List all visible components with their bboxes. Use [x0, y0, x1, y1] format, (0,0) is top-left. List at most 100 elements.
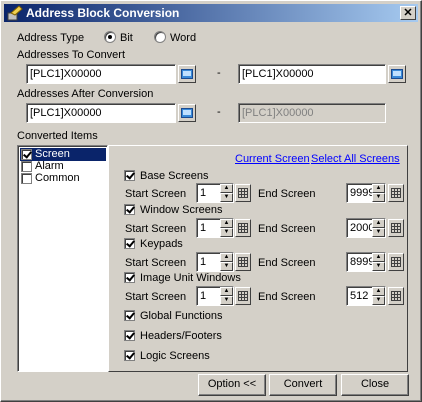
- convert-to-field[interactable]: [PLC1]X00000: [238, 64, 386, 84]
- address-browse-icon: [391, 69, 403, 79]
- after-from-field[interactable]: [PLC1]X00000: [26, 103, 176, 123]
- start-screen-label: Start Screen: [125, 291, 187, 303]
- window-screens-label: Window Screens: [140, 204, 223, 216]
- close-icon[interactable]: ✕: [400, 6, 416, 20]
- window-end-spinner[interactable]: 2000 ▲ ▼: [346, 218, 386, 238]
- option-button[interactable]: Option <<: [198, 374, 266, 396]
- spinner-value: 512: [350, 290, 369, 302]
- keypads-end-keypad-button[interactable]: [388, 253, 404, 271]
- end-screen-label: End Screen: [258, 291, 316, 303]
- spin-up-button[interactable]: ▲: [372, 253, 385, 262]
- keypad-icon: [238, 223, 248, 233]
- image-unit-end-keypad-button[interactable]: [388, 287, 404, 305]
- base-start-spinner[interactable]: 1 ▲ ▼: [196, 183, 234, 203]
- spin-down-button[interactable]: ▼: [220, 193, 233, 202]
- base-start-keypad-button[interactable]: [235, 184, 251, 202]
- convert-range-separator: -: [217, 67, 221, 79]
- spin-down-button[interactable]: ▼: [372, 296, 385, 305]
- window-start-spinner[interactable]: 1 ▲ ▼: [196, 218, 234, 238]
- select-all-screens-link[interactable]: Select All Screens: [311, 153, 400, 165]
- spin-up-button[interactable]: ▲: [220, 253, 233, 262]
- keypads-end-spinner[interactable]: 8999 ▲ ▼: [346, 252, 386, 272]
- spin-up-button[interactable]: ▲: [372, 184, 385, 193]
- base-end-spinner[interactable]: 9999 ▲ ▼: [346, 183, 386, 203]
- current-screen-link[interactable]: Current Screen: [235, 153, 310, 165]
- list-item-label: Alarm: [35, 160, 64, 172]
- converted-items-label: Converted Items: [17, 130, 98, 142]
- common-checkbox[interactable]: [21, 173, 32, 184]
- spinner-value: 1: [200, 256, 207, 268]
- image-unit-start-spinner[interactable]: 1 ▲ ▼: [196, 286, 234, 306]
- screen-options-panel: Current Screen Select All Screens Base S…: [108, 145, 408, 372]
- headers-footers-checkbox[interactable]: [124, 330, 135, 341]
- spinner-value: 8999: [350, 256, 375, 268]
- list-item-label: Common: [35, 172, 80, 184]
- spin-up-button[interactable]: ▲: [220, 287, 233, 296]
- window-start-keypad-button[interactable]: [235, 219, 251, 237]
- converted-items-list[interactable]: Screen Alarm Common: [17, 145, 108, 372]
- spin-down-button[interactable]: ▼: [220, 228, 233, 237]
- spin-up-button[interactable]: ▲: [220, 184, 233, 193]
- start-screen-label: Start Screen: [125, 223, 187, 235]
- global-functions-label: Global Functions: [140, 310, 223, 322]
- close-button[interactable]: Close: [341, 374, 409, 396]
- spin-up-button[interactable]: ▲: [372, 219, 385, 228]
- address-block-conversion-dialog: Address Block Conversion ✕ Address Type …: [0, 0, 422, 402]
- start-screen-label: Start Screen: [125, 188, 187, 200]
- end-screen-label: End Screen: [258, 257, 316, 269]
- address-type-label: Address Type: [17, 32, 85, 44]
- spin-down-button[interactable]: ▼: [220, 262, 233, 271]
- spin-down-button[interactable]: ▼: [372, 193, 385, 202]
- base-end-keypad-button[interactable]: [388, 184, 404, 202]
- image-unit-start-keypad-button[interactable]: [235, 287, 251, 305]
- convert-from-browse-button[interactable]: [178, 65, 196, 83]
- image-unit-windows-checkbox[interactable]: [124, 272, 135, 283]
- convert-to-browse-button[interactable]: [388, 65, 406, 83]
- keypads-label: Keypads: [140, 238, 183, 250]
- spinner-value: 1: [200, 290, 207, 302]
- spinner-value: 1: [200, 187, 207, 199]
- keypad-icon: [391, 188, 401, 198]
- spin-down-button[interactable]: ▼: [220, 296, 233, 305]
- window-end-keypad-button[interactable]: [388, 219, 404, 237]
- word-radio-label: Word: [170, 32, 197, 44]
- word-radio[interactable]: [154, 31, 166, 43]
- image-unit-end-spinner[interactable]: 512 ▲ ▼: [346, 286, 386, 306]
- keypad-icon: [238, 291, 248, 301]
- base-screens-label: Base Screens: [140, 170, 209, 182]
- window-screens-checkbox[interactable]: [124, 204, 135, 215]
- keypad-icon: [391, 223, 401, 233]
- convert-button[interactable]: Convert: [269, 374, 337, 396]
- spin-down-button[interactable]: ▼: [372, 228, 385, 237]
- title-bar[interactable]: Address Block Conversion ✕: [4, 4, 418, 22]
- bit-radio[interactable]: [104, 31, 116, 43]
- logic-screens-label: Logic Screens: [140, 350, 210, 362]
- address-browse-icon: [181, 69, 193, 79]
- keypads-start-keypad-button[interactable]: [235, 253, 251, 271]
- after-to-field: [PLC1]X00000: [238, 103, 386, 123]
- screen-checkbox[interactable]: [21, 149, 32, 160]
- spin-up-button[interactable]: ▲: [372, 287, 385, 296]
- start-screen-label: Start Screen: [125, 257, 187, 269]
- spinner-value: 2000: [350, 222, 375, 234]
- after-from-browse-button[interactable]: [178, 104, 196, 122]
- list-item-common[interactable]: Common: [20, 172, 106, 185]
- app-icon: [7, 5, 23, 21]
- end-screen-label: End Screen: [258, 223, 316, 235]
- global-functions-checkbox[interactable]: [124, 310, 135, 321]
- logic-screens-checkbox[interactable]: [124, 350, 135, 361]
- keypads-checkbox[interactable]: [124, 238, 135, 249]
- base-screens-checkbox[interactable]: [124, 170, 135, 181]
- spin-down-button[interactable]: ▼: [372, 262, 385, 271]
- spinner-value: 1: [200, 222, 207, 234]
- address-browse-icon: [181, 108, 193, 118]
- alarm-checkbox[interactable]: [21, 161, 32, 172]
- keypad-icon: [238, 257, 248, 267]
- keypad-icon: [391, 257, 401, 267]
- headers-footers-label: Headers/Footers: [140, 330, 222, 342]
- keypad-icon: [391, 291, 401, 301]
- keypads-start-spinner[interactable]: 1 ▲ ▼: [196, 252, 234, 272]
- spin-up-button[interactable]: ▲: [220, 219, 233, 228]
- image-unit-windows-label: Image Unit Windows: [140, 272, 241, 284]
- convert-from-field[interactable]: [PLC1]X00000: [26, 64, 176, 84]
